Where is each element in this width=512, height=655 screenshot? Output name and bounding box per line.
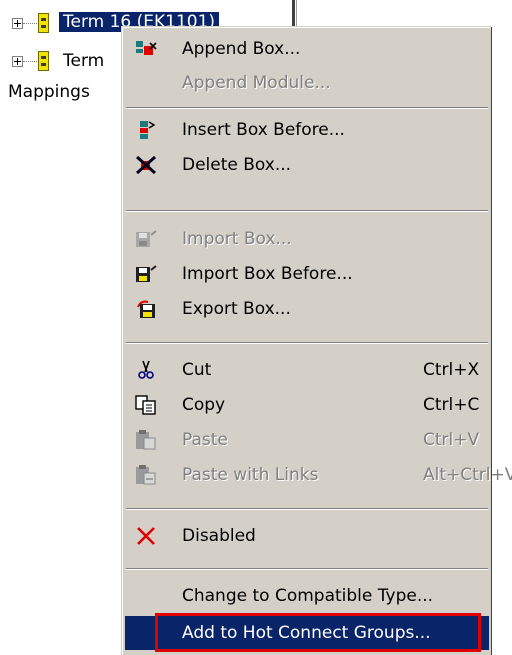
menu-item-import-box[interactable]: Import Box... xyxy=(125,222,489,256)
menu-item-label: Paste xyxy=(182,430,228,450)
export-box-icon xyxy=(137,300,155,318)
menu-item-shortcut: Ctrl+C xyxy=(423,395,480,415)
menu-item-append-module[interactable]: Append Module... xyxy=(125,66,489,100)
copy-icon xyxy=(135,395,156,415)
menu-item-label: Import Box Before... xyxy=(182,264,353,284)
menu-item-label: Import Box... xyxy=(182,229,292,249)
menu-item-append-box[interactable]: Append Box... xyxy=(125,32,489,66)
paste-links-icon xyxy=(136,465,156,485)
menu-item-label: Export Box... xyxy=(182,299,291,319)
import-box-before-icon xyxy=(136,265,157,282)
menu-item-shortcut: Alt+Ctrl+V xyxy=(423,465,512,485)
menu-item-label: Append Module... xyxy=(182,73,331,93)
menu-item-label: Paste with Links xyxy=(182,465,319,485)
menu-separator xyxy=(126,508,488,510)
scissors-icon xyxy=(138,360,154,379)
menu-item-import-box-before[interactable]: Import Box Before... xyxy=(125,257,489,291)
menu-item-label: Add to Hot Connect Groups... xyxy=(182,623,431,643)
menu-item-paste-with-links[interactable]: Paste with Links Alt+Ctrl+V xyxy=(125,458,512,492)
terminal-icon xyxy=(38,51,49,71)
menu-item-cut[interactable]: Cut Ctrl+X xyxy=(125,353,489,387)
menu-item-add-hot-connect[interactable]: Add to Hot Connect Groups... xyxy=(125,616,489,650)
menu-item-shortcut: Ctrl+V xyxy=(423,430,480,450)
expand-icon[interactable] xyxy=(12,18,23,29)
menu-item-label: Insert Box Before... xyxy=(182,120,345,140)
menu-item-shortcut: Ctrl+X xyxy=(423,360,480,380)
menu-item-label: Append Box... xyxy=(182,39,301,59)
menu-item-label: Delete Box... xyxy=(182,155,292,175)
tree-item-mappings[interactable]: Mappings xyxy=(8,82,90,102)
menu-item-copy[interactable]: Copy Ctrl+C xyxy=(125,388,489,422)
menu-item-paste[interactable]: Paste Ctrl+V xyxy=(125,423,489,457)
menu-separator xyxy=(126,107,488,109)
menu-item-label: Cut xyxy=(182,360,212,380)
context-menu: Append Box... Append Module... Insert Bo… xyxy=(121,26,512,655)
tree-row-term[interactable]: Term xyxy=(0,48,120,74)
menu-separator xyxy=(126,568,488,570)
tree-item-label[interactable]: Term xyxy=(63,51,104,71)
expand-icon[interactable] xyxy=(12,56,23,67)
delete-box-icon xyxy=(136,155,156,175)
paste-icon xyxy=(136,430,156,450)
menu-item-label: Change to Compatible Type... xyxy=(182,586,434,606)
tree-connector xyxy=(23,23,37,24)
menu-item-disabled[interactable]: Disabled xyxy=(125,519,489,553)
menu-separator xyxy=(126,210,488,212)
menu-item-label: Copy xyxy=(182,395,226,415)
red-x-icon xyxy=(137,527,155,545)
menu-item-insert-box-before[interactable]: Insert Box Before... xyxy=(125,113,489,147)
insert-box-icon xyxy=(140,121,156,139)
menu-separator xyxy=(126,342,488,344)
import-box-icon xyxy=(136,230,157,247)
append-box-icon xyxy=(136,41,157,55)
terminal-icon xyxy=(38,13,49,33)
menu-item-change-compatible-type[interactable]: Change to Compatible Type... xyxy=(125,579,489,613)
menu-item-delete-box[interactable]: Delete Box... xyxy=(125,148,489,182)
tree-connector xyxy=(23,61,37,62)
menu-item-export-box[interactable]: Export Box... xyxy=(125,292,489,326)
menu-item-label: Disabled xyxy=(182,526,256,546)
